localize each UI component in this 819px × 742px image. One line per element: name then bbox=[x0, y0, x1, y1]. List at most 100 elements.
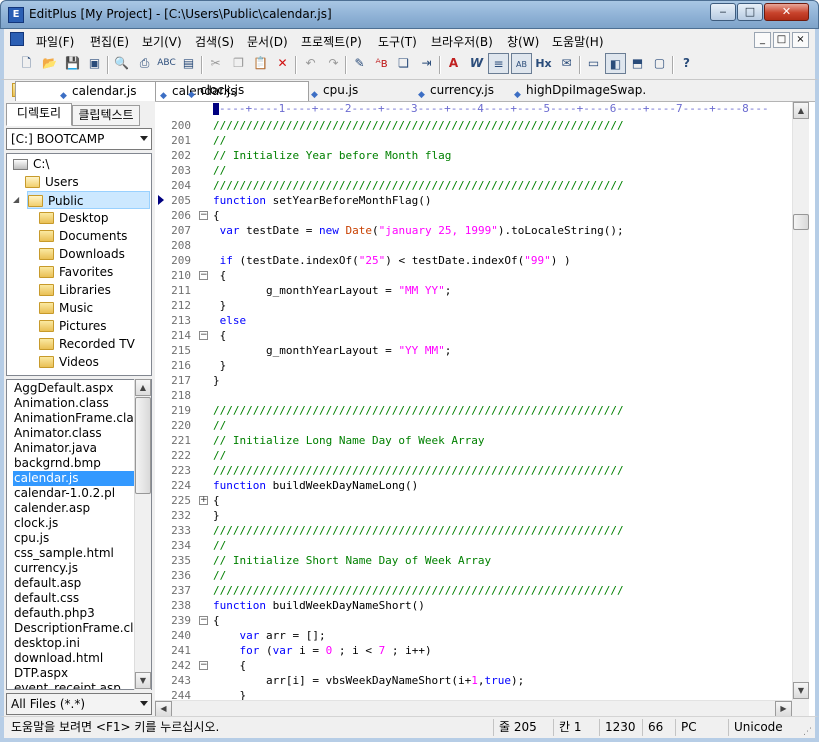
scroll-thumb[interactable] bbox=[135, 397, 151, 494]
list-item[interactable]: Animator.class bbox=[13, 426, 102, 441]
minimize-button[interactable]: ‒ bbox=[710, 3, 736, 21]
editor-horizontal-scrollbar[interactable]: ◀ ▶ bbox=[155, 700, 792, 717]
code-line[interactable]: function buildWeekDayNameLong() bbox=[213, 478, 418, 493]
scroll-down-arrow-icon[interactable]: ▼ bbox=[135, 672, 151, 689]
font-icon[interactable]: A bbox=[443, 53, 464, 74]
list-item[interactable]: cpu.js bbox=[13, 531, 49, 546]
tree-item-music[interactable]: Music bbox=[39, 299, 93, 317]
tab-calendar-js-active[interactable]: ◆ calendar.js bbox=[15, 81, 156, 101]
code-line[interactable]: // Initialize Year before Month flag bbox=[213, 148, 451, 163]
list-item[interactable]: calender.asp bbox=[13, 501, 90, 516]
fold-collapse-icon[interactable]: − bbox=[199, 661, 208, 670]
code-line[interactable]: } bbox=[213, 373, 220, 388]
redo-icon[interactable]: ↷ bbox=[323, 53, 344, 74]
list-item[interactable]: desktop.ini bbox=[13, 636, 80, 651]
directory-tree[interactable]: C:\ Users ◢ Public Desktop Documents Dow… bbox=[6, 153, 152, 376]
document-menu-icon[interactable] bbox=[10, 32, 24, 46]
tree-item-users[interactable]: Users bbox=[25, 173, 79, 191]
list-item[interactable]: css_sample.html bbox=[13, 546, 114, 561]
code-line[interactable]: // Initialize Long Name Day of Week Arra… bbox=[213, 433, 485, 448]
code-line[interactable]: else bbox=[213, 313, 247, 328]
menu-file[interactable]: 파일(F) bbox=[36, 33, 74, 50]
tree-item-downloads[interactable]: Downloads bbox=[39, 245, 125, 263]
code-line[interactable]: { bbox=[213, 328, 227, 343]
code-line[interactable]: { bbox=[213, 208, 220, 223]
tree-item-pictures[interactable]: Pictures bbox=[39, 317, 107, 335]
list-item[interactable]: Animation.class bbox=[13, 396, 109, 411]
menu-document[interactable]: 문서(D) bbox=[247, 33, 288, 50]
list-item[interactable]: currency.js bbox=[13, 561, 78, 576]
indent-icon[interactable]: ⇥ bbox=[416, 53, 437, 74]
code-line[interactable]: g_monthYearLayout = "YY MM"; bbox=[213, 343, 451, 358]
code-line[interactable]: function buildWeekDayNameShort() bbox=[213, 598, 425, 613]
tree-item-libraries[interactable]: Libraries bbox=[39, 281, 111, 299]
list-item[interactable]: defauth.php3 bbox=[13, 606, 95, 621]
menu-search[interactable]: 검색(S) bbox=[195, 33, 234, 50]
code-line[interactable]: if (testDate.indexOf("25") < testDate.in… bbox=[213, 253, 571, 268]
code-line[interactable]: { bbox=[213, 613, 220, 628]
scroll-left-arrow-icon[interactable]: ◀ bbox=[155, 701, 172, 717]
collapse-triangle-icon[interactable]: ◢ bbox=[13, 195, 19, 204]
open-icon[interactable]: 📂 bbox=[39, 53, 60, 74]
code-line[interactable]: { bbox=[213, 493, 220, 508]
code-line[interactable]: // bbox=[213, 448, 226, 463]
paste-icon[interactable]: 📋 bbox=[250, 53, 271, 74]
spell-check-icon[interactable]: ABC bbox=[156, 53, 177, 74]
tab-directory[interactable]: 디렉토리 bbox=[6, 103, 72, 126]
code-line[interactable]: } bbox=[213, 358, 227, 373]
file-list[interactable]: AggDefault.aspx Animation.class Animatio… bbox=[6, 379, 152, 690]
list-item-selected[interactable]: calendar.js bbox=[13, 471, 134, 486]
tree-item-recorded-tv[interactable]: Recorded TV bbox=[39, 335, 135, 353]
maximize-button[interactable]: □ bbox=[737, 3, 763, 21]
code-line[interactable]: ////////////////////////////////////////… bbox=[213, 118, 624, 133]
list-item[interactable]: default.css bbox=[13, 591, 79, 606]
list-item[interactable]: AnimationFrame.class bbox=[13, 411, 146, 426]
tab-highdpiimageswap[interactable]: ◆ highDpiImageSwap. bbox=[510, 81, 646, 101]
cliptext-icon[interactable]: ✉ bbox=[556, 53, 577, 74]
tree-item-favorites[interactable]: Favorites bbox=[39, 263, 113, 281]
file-list-scrollbar[interactable]: ▲ ▼ bbox=[134, 379, 151, 690]
code-line[interactable]: // Initialize Short Name Day of Week Arr… bbox=[213, 553, 491, 568]
code-line[interactable]: // bbox=[213, 163, 226, 178]
tree-item-public[interactable]: Public bbox=[27, 191, 150, 209]
list-item[interactable]: DTP.aspx bbox=[13, 666, 68, 681]
mdi-minimize-button[interactable]: _ bbox=[754, 32, 771, 48]
list-item[interactable]: backgrnd.bmp bbox=[13, 456, 101, 471]
list-item[interactable]: default.asp bbox=[13, 576, 81, 591]
tree-item-documents[interactable]: Documents bbox=[39, 227, 127, 245]
line-number-icon[interactable]: ≡ bbox=[488, 53, 509, 74]
code-line[interactable]: arr[i] = vbsWeekDayNameShort(i+1,true); bbox=[213, 673, 524, 688]
list-item[interactable]: DescriptionFrame.class bbox=[13, 621, 151, 636]
find-in-files-icon[interactable]: ▤ bbox=[178, 53, 199, 74]
code-line[interactable]: ////////////////////////////////////////… bbox=[213, 523, 624, 538]
clipboard-icon[interactable]: ❏ bbox=[393, 53, 414, 74]
code-line[interactable]: // bbox=[213, 418, 226, 433]
menu-tools[interactable]: 도구(T) bbox=[378, 33, 417, 50]
menu-browser[interactable]: 브라우저(B) bbox=[431, 33, 493, 50]
fold-collapse-icon[interactable]: − bbox=[199, 211, 208, 220]
code-line[interactable]: { bbox=[213, 268, 227, 283]
list-item[interactable]: AggDefault.aspx bbox=[13, 381, 113, 396]
file-filter-select[interactable]: All Files (*.*) bbox=[6, 693, 152, 715]
menu-help[interactable]: 도움말(H) bbox=[552, 33, 604, 50]
fold-expand-icon[interactable]: + bbox=[199, 496, 208, 505]
code-line[interactable]: // bbox=[213, 568, 226, 583]
tab-cliptext[interactable]: 클립텍스트 bbox=[72, 105, 140, 126]
output-window-icon[interactable]: ⬒ bbox=[627, 53, 648, 74]
tab-currency-js[interactable]: ◆ currency.js bbox=[414, 81, 494, 101]
list-item[interactable]: event_receipt.asp bbox=[13, 681, 121, 689]
code-line[interactable]: var arr = []; bbox=[213, 628, 326, 643]
code-line[interactable]: for (var i = 0 ; i < 7 ; i++) bbox=[213, 643, 432, 658]
scroll-right-arrow-icon[interactable]: ▶ bbox=[775, 701, 792, 717]
tree-item-videos[interactable]: Videos bbox=[39, 353, 99, 371]
replace-icon[interactable]: ᴬʙ bbox=[371, 53, 392, 74]
undo-icon[interactable]: ↶ bbox=[300, 53, 321, 74]
code-line[interactable]: ////////////////////////////////////////… bbox=[213, 403, 624, 418]
window-icon[interactable]: ▭ bbox=[583, 53, 604, 74]
scroll-up-arrow-icon[interactable]: ▲ bbox=[135, 379, 151, 396]
code-line[interactable]: g_monthYearLayout = "MM YY"; bbox=[213, 283, 451, 298]
menu-project[interactable]: 프로젝트(P) bbox=[301, 33, 362, 50]
resize-grip-icon[interactable]: ⋰ bbox=[803, 727, 812, 737]
scroll-thumb[interactable] bbox=[793, 214, 809, 230]
scroll-up-arrow-icon[interactable]: ▲ bbox=[793, 102, 809, 119]
